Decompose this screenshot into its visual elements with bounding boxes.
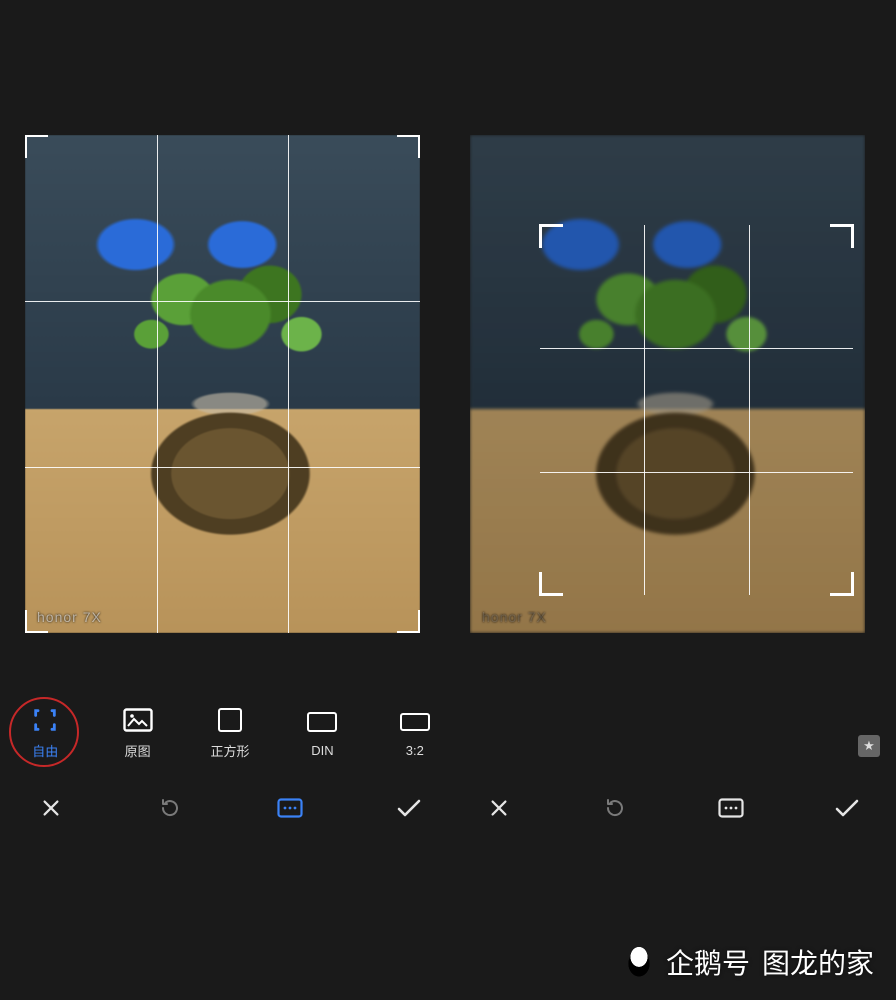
rotate-button[interactable] — [147, 785, 193, 831]
confirm-button[interactable] — [386, 785, 432, 831]
action-bar-left — [20, 785, 440, 831]
rotate-ccw-icon — [603, 796, 627, 820]
rotate-button[interactable] — [592, 785, 638, 831]
crop-preview-right[interactable]: honor 7X — [470, 135, 865, 633]
aspect-ratio-label: 自由 — [32, 741, 58, 760]
crop-preview-left[interactable]: honor 7X — [25, 135, 420, 633]
square-icon — [214, 707, 246, 733]
photo-content — [25, 135, 420, 633]
aspect-ratio-3-2[interactable]: 3:2 — [390, 709, 440, 758]
rotate-ccw-icon — [158, 796, 182, 820]
device-watermark: honor 7X — [37, 609, 102, 625]
photo-content — [470, 135, 865, 633]
check-icon — [396, 797, 422, 819]
aspect-ratio-label: 3:2 — [406, 743, 424, 758]
channel-name: 企鹅号 — [666, 942, 750, 982]
penguin-logo-icon — [624, 945, 654, 979]
aspect-ratio-original[interactable]: 原图 — [112, 707, 162, 760]
check-icon — [834, 797, 860, 819]
device-watermark: honor 7X — [482, 609, 547, 625]
source-watermark: 企鹅号 图龙的家 — [624, 942, 874, 982]
cancel-button[interactable] — [28, 785, 74, 831]
image-icon — [122, 707, 154, 733]
aspect-ratio-label: 原图 — [125, 741, 151, 760]
confirm-button[interactable] — [824, 785, 870, 831]
close-icon — [488, 797, 510, 819]
aspect-ratio-din[interactable]: DIN — [297, 709, 347, 758]
aspect-menu-icon — [277, 798, 303, 818]
free-crop-icon — [29, 707, 61, 733]
aspect-ratio-label: DIN — [311, 743, 333, 758]
aspect-ratio-menu-button[interactable] — [267, 785, 313, 831]
three-two-rect-icon — [399, 709, 431, 735]
aspect-menu-icon — [718, 798, 744, 818]
aspect-ratio-label: 正方形 — [211, 741, 250, 760]
cancel-button[interactable] — [476, 785, 522, 831]
action-bar-right — [468, 785, 878, 831]
aspect-ratio-free[interactable]: 自由 — [20, 707, 70, 760]
aspect-ratio-square[interactable]: 正方形 — [205, 707, 255, 760]
din-rect-icon — [306, 709, 338, 735]
author-name: 图龙的家 — [762, 942, 874, 982]
close-icon — [40, 797, 62, 819]
bookmark-star-icon[interactable]: ★ — [858, 735, 880, 757]
aspect-ratio-toolbar: 自由 原图 正方形 DIN 3:2 — [20, 690, 440, 772]
aspect-ratio-menu-button[interactable] — [708, 785, 754, 831]
